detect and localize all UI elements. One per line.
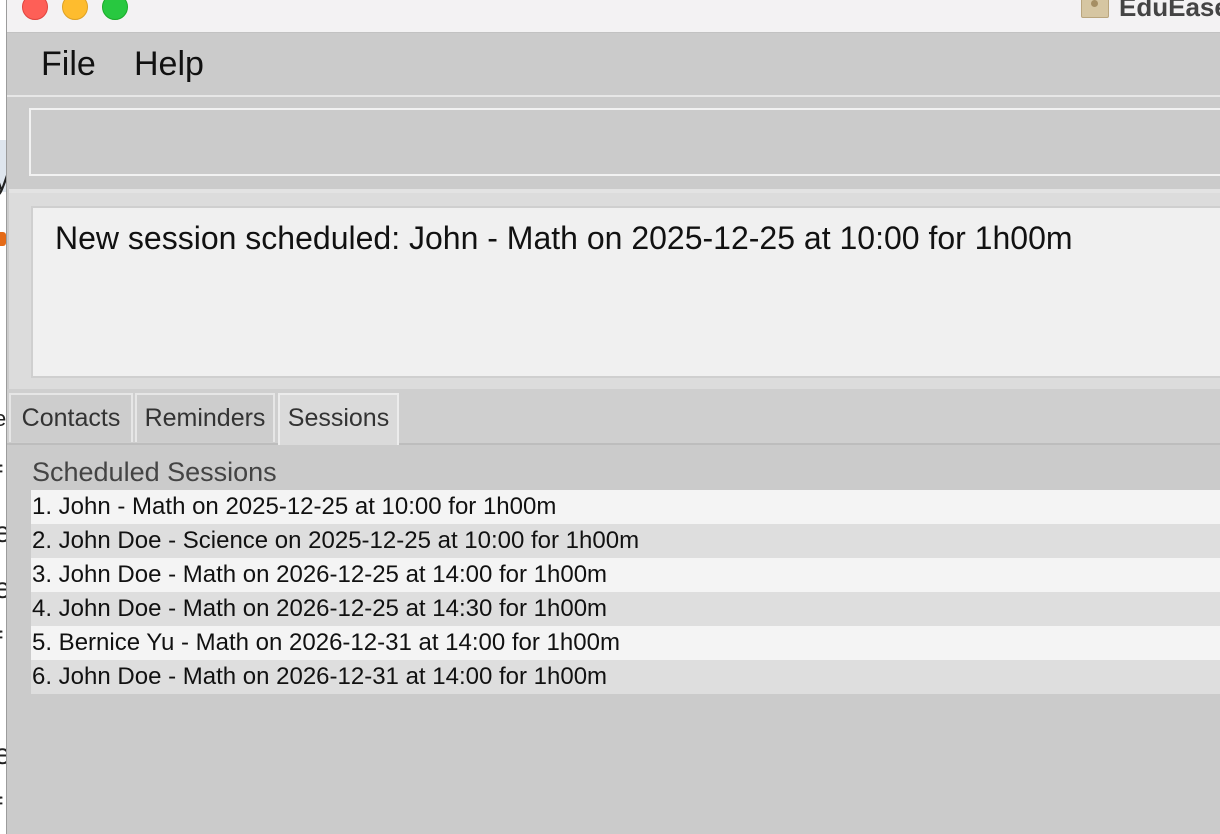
result-display-container: New session scheduled: John - Math on 20… (9, 193, 1220, 389)
session-list-item[interactable]: 5. Bernice Yu - Math on 2026-12-31 at 14… (31, 626, 1220, 660)
menu-file[interactable]: File (41, 45, 96, 84)
session-list-item[interactable]: 1. John - Math on 2025-12-25 at 10:00 fo… (31, 490, 1220, 524)
close-window-button[interactable] (22, 0, 48, 20)
tab-sessions[interactable]: Sessions (278, 393, 399, 445)
title-bar[interactable]: EduEase (7, 0, 1220, 33)
command-box-container (9, 97, 1220, 193)
minimize-window-button[interactable] (62, 0, 88, 20)
zoom-window-button[interactable] (102, 0, 128, 20)
session-list-item[interactable]: 6. John Doe - Math on 2026-12-31 at 14:0… (31, 660, 1220, 694)
result-message: New session scheduled: John - Math on 20… (55, 220, 1073, 256)
sessions-panel-title: Scheduled Sessions (32, 457, 277, 487)
result-display[interactable]: New session scheduled: John - Math on 20… (31, 206, 1220, 378)
menu-help[interactable]: Help (134, 45, 204, 84)
tab-reminders[interactable]: Reminders (135, 393, 275, 442)
screen: y e f e e f e f EduEase File Help New se… (0, 0, 1220, 834)
address-book-icon (1081, 0, 1109, 18)
window-title: EduEase (1119, 0, 1220, 22)
session-list[interactable]: 1. John - Math on 2025-12-25 at 10:00 fo… (31, 490, 1220, 694)
sessions-panel: Scheduled Sessions 1. John - Math on 202… (9, 445, 1220, 834)
session-list-item[interactable]: 2. John Doe - Science on 2025-12-25 at 1… (31, 524, 1220, 558)
command-input[interactable] (29, 108, 1220, 176)
tab-bar: Contacts Reminders Sessions (7, 389, 1220, 445)
session-list-item[interactable]: 3. John Doe - Math on 2026-12-25 at 14:0… (31, 558, 1220, 592)
session-list-item[interactable]: 4. John Doe - Math on 2026-12-25 at 14:3… (31, 592, 1220, 626)
app-window: EduEase File Help New session scheduled:… (6, 0, 1220, 834)
menu-bar: File Help (7, 33, 1220, 97)
tab-contacts[interactable]: Contacts (9, 393, 133, 442)
